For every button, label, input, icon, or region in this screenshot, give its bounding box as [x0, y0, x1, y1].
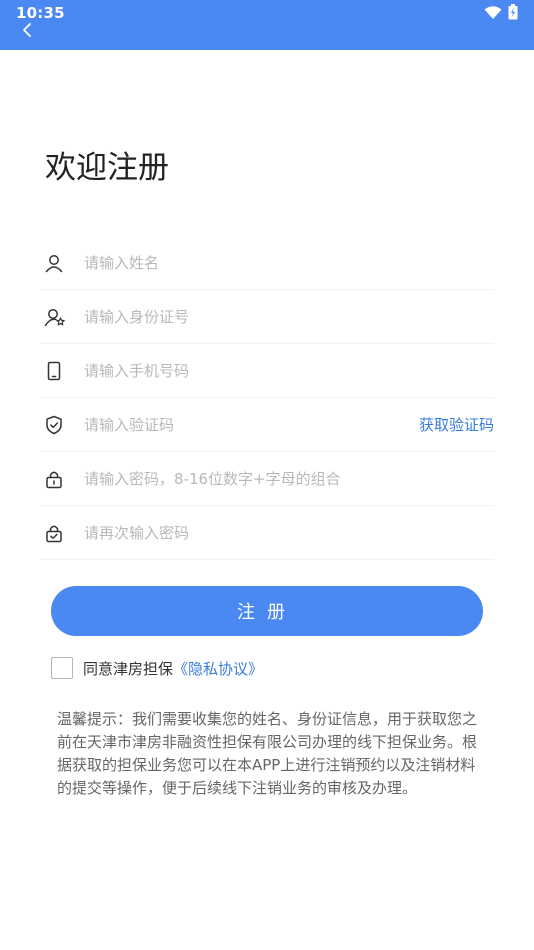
confirm-password-input[interactable] [82, 522, 494, 543]
phone-icon [44, 361, 74, 381]
confirm-password-row [40, 506, 494, 560]
privacy-policy-link[interactable]: 《隐私协议》 [173, 658, 263, 679]
name-row [40, 236, 494, 290]
id-number-row [40, 290, 494, 344]
agreement-text: 同意津房担保 [83, 659, 174, 678]
name-input[interactable] [82, 252, 494, 273]
shield-check-icon [44, 415, 74, 435]
back-button[interactable] [14, 20, 40, 44]
status-bar: 10:35 [0, 0, 534, 50]
password-row [40, 452, 494, 506]
lock-icon [44, 469, 74, 489]
user-icon [44, 253, 74, 273]
status-icons [484, 4, 518, 24]
agreement-checkbox[interactable] [51, 657, 73, 679]
phone-input[interactable] [82, 360, 494, 381]
register-button[interactable]: 注册 [51, 586, 483, 636]
agreement-row: 同意津房担保 《隐私协议》 [51, 657, 263, 679]
code-row: 获取验证码 [40, 398, 494, 452]
code-input[interactable] [82, 414, 419, 435]
user-badge-icon [44, 307, 74, 327]
get-code-button[interactable]: 获取验证码 [419, 414, 494, 435]
tip-text: 温馨提示：我们需要收集您的姓名、身份证信息，用于获取您之前在天津市津房非融资性担… [57, 710, 478, 797]
phone-row [40, 344, 494, 398]
page-title: 欢迎注册 [45, 150, 169, 186]
chevron-left-icon [21, 22, 33, 42]
wifi-icon [484, 5, 502, 24]
battery-icon [508, 4, 518, 24]
password-input[interactable] [82, 468, 494, 489]
id-number-input[interactable] [82, 306, 494, 327]
register-form: 获取验证码 [40, 236, 494, 560]
lock-check-icon [44, 523, 74, 543]
